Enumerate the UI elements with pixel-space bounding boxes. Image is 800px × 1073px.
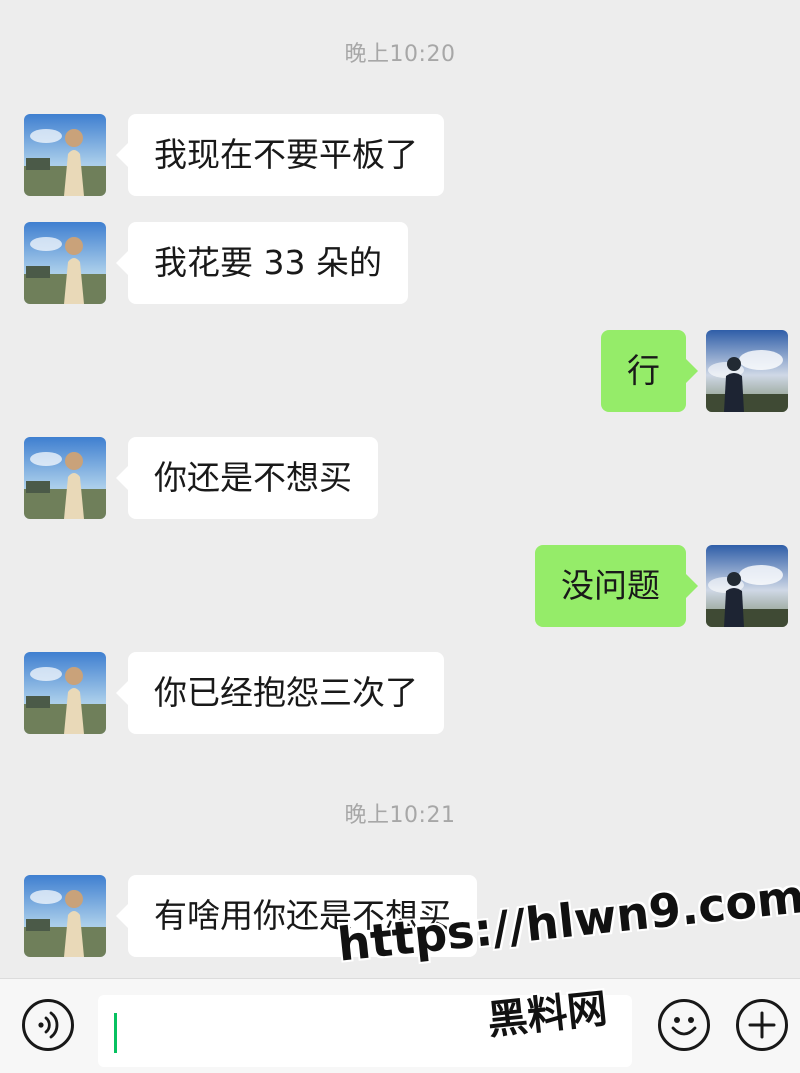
contact-avatar-image xyxy=(24,437,106,519)
voice-icon xyxy=(38,1011,59,1039)
contact-avatar[interactable] xyxy=(24,222,106,304)
input-bar xyxy=(0,978,800,1073)
emoji-button[interactable] xyxy=(658,999,710,1051)
self-avatar[interactable] xyxy=(706,330,788,412)
self-avatar-image xyxy=(706,545,788,627)
message-bubble[interactable]: 你还是不想买 xyxy=(116,437,378,519)
text-cursor xyxy=(114,1013,117,1053)
chat-area[interactable]: 晚上10:20 我现在不要平板了 我花要 33 朵的 行 你还是不想买 没问题 … xyxy=(0,0,800,978)
message-input[interactable] xyxy=(98,995,632,1067)
timestamp: 晚上10:20 xyxy=(344,42,456,67)
contact-avatar-image xyxy=(24,222,106,304)
contact-avatar[interactable] xyxy=(24,652,106,734)
more-button[interactable] xyxy=(736,999,788,1051)
message-bubble[interactable]: 行 xyxy=(601,330,698,412)
self-avatar-image xyxy=(706,330,788,412)
message-bubble[interactable]: 你已经抱怨三次了 xyxy=(116,652,444,734)
emoji-icon xyxy=(671,1017,697,1036)
message-bubble[interactable]: 有啥用你还是不想买 xyxy=(116,875,477,957)
plus-icon xyxy=(748,1011,776,1039)
self-avatar[interactable] xyxy=(706,545,788,627)
contact-avatar[interactable] xyxy=(24,875,106,957)
contact-avatar-image xyxy=(24,875,106,957)
message-bubble[interactable]: 我花要 33 朵的 xyxy=(116,222,408,304)
timestamp: 晚上10:21 xyxy=(344,803,456,828)
contact-avatar-image xyxy=(24,652,106,734)
contact-avatar[interactable] xyxy=(24,114,106,196)
message-bubble[interactable]: 没问题 xyxy=(535,545,698,627)
voice-button[interactable] xyxy=(22,999,74,1051)
contact-avatar-image xyxy=(24,114,106,196)
message-bubble[interactable]: 我现在不要平板了 xyxy=(116,114,444,196)
contact-avatar[interactable] xyxy=(24,437,106,519)
